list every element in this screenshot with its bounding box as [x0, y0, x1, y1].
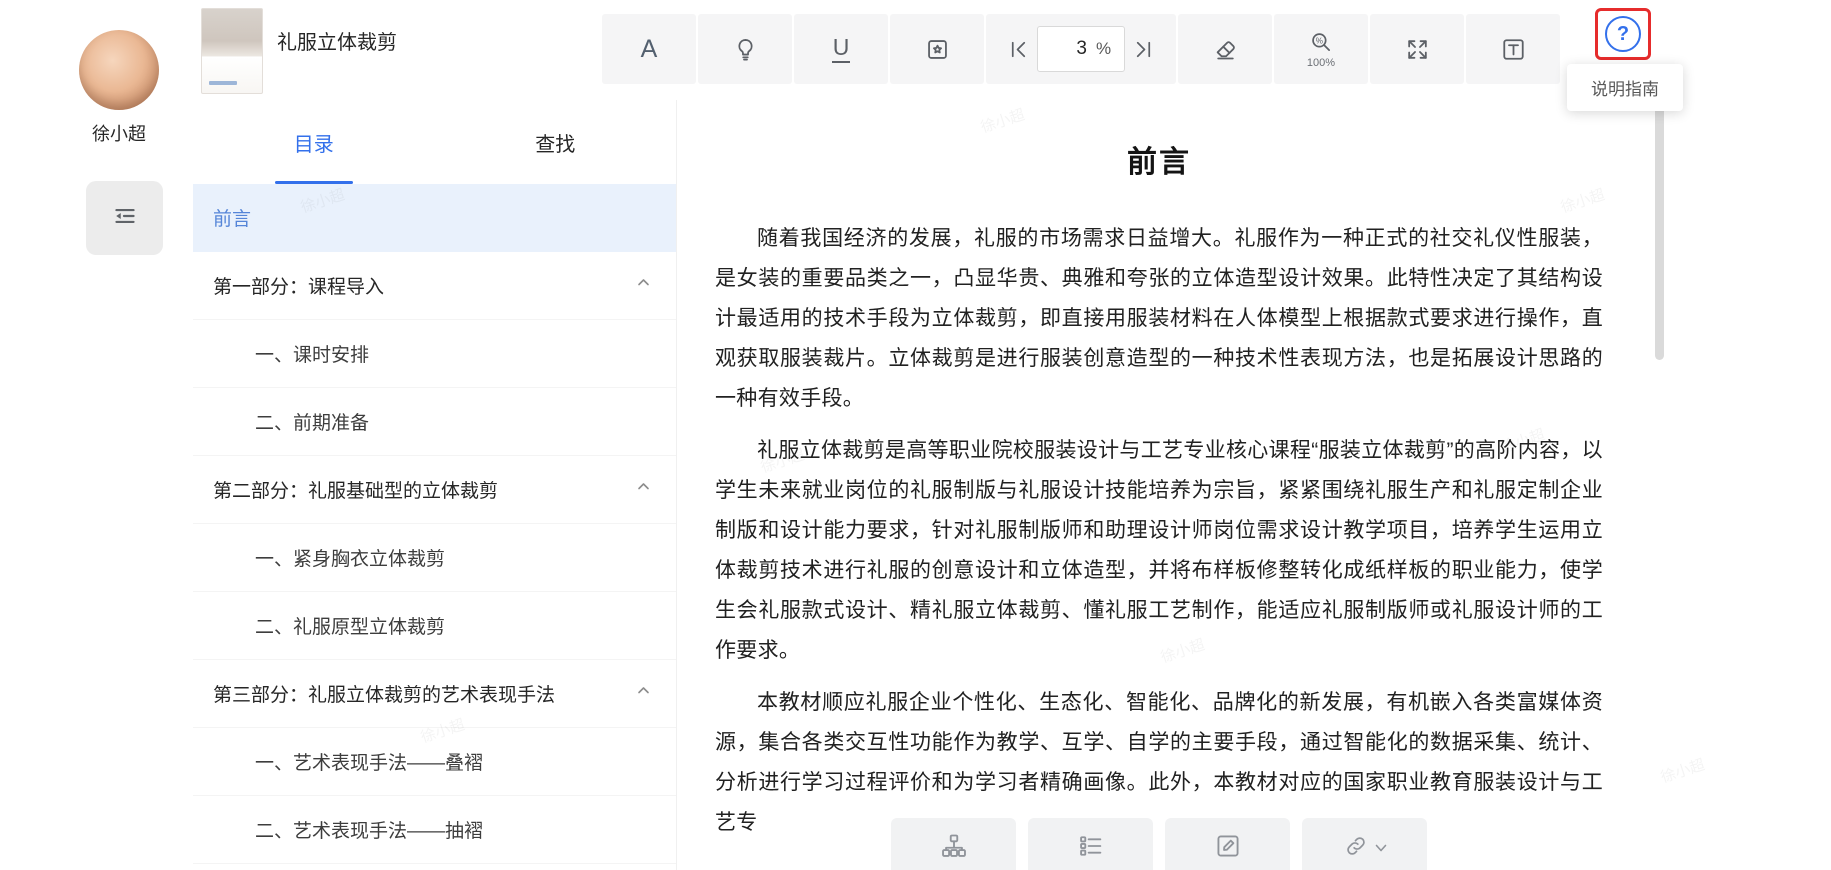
- toc-item-label: 二、艺术表现手法——抽褶: [255, 821, 484, 842]
- help-button[interactable]: ?: [1605, 16, 1641, 52]
- toc-item-label: 第三部分：礼服立体裁剪的艺术表现手法: [213, 685, 556, 706]
- bookmark-star-icon: [924, 36, 951, 63]
- tab-toc[interactable]: 目录: [193, 100, 435, 184]
- main-column: 礼服立体裁剪 A U 3 % % 100% ? 说明指南 目录 查找 前言 第一…: [193, 0, 1831, 870]
- zoom-level: 100%: [1306, 57, 1336, 69]
- red-highlight-box: ?: [1595, 8, 1651, 60]
- toc-item[interactable]: 第三部分：礼服立体裁剪的艺术表现手法: [193, 660, 676, 728]
- book-cover-thumbnail[interactable]: [201, 8, 263, 94]
- edit-note-icon: [1214, 832, 1242, 865]
- tab-search-label: 查找: [535, 133, 576, 156]
- body-row: 目录 查找 前言 第一部分：课程导入 一、课时安排 二、前期准备 第二部分：礼服…: [193, 100, 1831, 870]
- user-rail: 徐小超: [0, 0, 193, 870]
- collapse-sidebar-button[interactable]: [86, 181, 163, 255]
- collapse-sidebar-icon: [110, 201, 140, 236]
- avatar[interactable]: [79, 30, 159, 110]
- toc-item-label: 一、艺术表现手法——叠褶: [255, 753, 484, 774]
- toc-item[interactable]: 二、前期准备: [193, 388, 676, 456]
- tab-search[interactable]: 查找: [435, 100, 677, 184]
- text-mode-button[interactable]: [1466, 14, 1560, 84]
- toc-item-label: 第一部分：课程导入: [213, 277, 385, 298]
- page-unit-label: %: [1095, 39, 1112, 58]
- chevron-up-icon[interactable]: [635, 478, 652, 501]
- toc-item-label: 一、紧身胸衣立体裁剪: [255, 549, 446, 570]
- zoom-button[interactable]: % 100%: [1274, 14, 1368, 84]
- chevron-down-icon: [1375, 840, 1387, 858]
- toc-item-label: 前言: [213, 209, 252, 230]
- eraser-button[interactable]: [1178, 14, 1272, 84]
- link-icon: [1343, 833, 1369, 864]
- toc-item[interactable]: 二、礼服原型立体裁剪: [193, 592, 676, 660]
- page-navigation: %: [986, 14, 1176, 84]
- bookmark-button[interactable]: [890, 14, 984, 84]
- active-tab-underline: [274, 181, 353, 184]
- toc-panel: 目录 查找 前言 第一部分：课程导入 一、课时安排 二、前期准备 第二部分：礼服…: [193, 100, 677, 870]
- text-box-icon: [1500, 36, 1527, 63]
- toc-item[interactable]: 一、课时安排: [193, 320, 676, 388]
- page-input[interactable]: [1050, 37, 1089, 61]
- annotation-button[interactable]: [1165, 818, 1290, 870]
- help-highlight: ?: [1595, 8, 1651, 60]
- eraser-icon: [1212, 36, 1239, 63]
- paragraphs: 随着我国经济的发展，礼服的市场需求日益增大。礼服作为一种正式的社交礼仪性服装，是…: [715, 219, 1603, 843]
- brightness-button[interactable]: [698, 14, 792, 84]
- paragraph: 随着我国经济的发展，礼服的市场需求日益增大。礼服作为一种正式的社交礼仪性服装，是…: [715, 227, 1603, 410]
- sitemap-icon: [940, 832, 968, 865]
- toc-item-label: 二、礼服原型立体裁剪: [255, 617, 446, 638]
- zoom-percent-icon: %: [1308, 29, 1334, 55]
- font-settings-icon: A: [640, 34, 658, 63]
- svg-text:%: %: [1316, 36, 1323, 45]
- page-input-field: %: [1037, 26, 1125, 72]
- chapter-actions: [715, 818, 1603, 870]
- panel-tabs: 目录 查找: [193, 100, 676, 184]
- fullscreen-icon: [1404, 36, 1431, 63]
- tab-toc-label: 目录: [293, 133, 334, 156]
- toc-item-label: 二、前期准备: [255, 413, 370, 434]
- underline-icon: U: [831, 35, 851, 63]
- knowledge-graph-button[interactable]: [891, 818, 1016, 870]
- checklist-icon: [1077, 832, 1105, 865]
- book-title: 礼服立体裁剪: [277, 32, 397, 54]
- last-page-button[interactable]: [1132, 38, 1155, 61]
- app: 徐小超 礼服立体裁剪 A U 3 % % 100% ? 说明指南 目录 查找 前…: [0, 0, 1831, 870]
- chevron-up-icon[interactable]: [635, 682, 652, 705]
- underline-button[interactable]: U: [794, 14, 888, 84]
- toc-item[interactable]: 第二部分：礼服基础型的立体裁剪: [193, 456, 676, 524]
- chevron-up-icon[interactable]: [635, 274, 652, 297]
- paragraph: 礼服立体裁剪是高等职业院校服装设计与工艺专业核心课程“服装立体裁剪”的高阶内容，…: [715, 439, 1603, 662]
- toc-item[interactable]: 一、紧身胸衣立体裁剪: [193, 524, 676, 592]
- first-page-button[interactable]: [1007, 38, 1030, 61]
- chapter-title: 前言: [1127, 146, 1191, 179]
- user-name: 徐小超: [92, 124, 146, 144]
- toc-list: 前言 第一部分：课程导入 一、课时安排 二、前期准备 第二部分：礼服基础型的立体: [193, 184, 676, 864]
- fullscreen-button[interactable]: [1370, 14, 1464, 84]
- bulb-icon: [732, 36, 759, 63]
- toc-item-label: 一、课时安排: [255, 345, 370, 366]
- toc-item[interactable]: 一、艺术表现手法——叠褶: [193, 728, 676, 796]
- scrollbar-thumb[interactable]: [1655, 105, 1664, 360]
- resources-button[interactable]: [1302, 818, 1427, 870]
- header: 礼服立体裁剪 A U 3 % % 100% ? 说明指南: [193, 0, 1831, 111]
- help-tooltip: 说明指南: [1567, 64, 1683, 111]
- notes-list-button[interactable]: [1028, 818, 1153, 870]
- toc-item[interactable]: 二、艺术表现手法——抽褶: [193, 796, 676, 864]
- toc-item[interactable]: 第一部分：课程导入: [193, 252, 676, 320]
- reader-toolbar: A U 3 % % 100%: [602, 14, 1560, 84]
- toc-item-label: 第二部分：礼服基础型的立体裁剪: [213, 481, 499, 502]
- toc-item[interactable]: 前言: [193, 184, 676, 252]
- font-settings-button[interactable]: A: [602, 14, 696, 84]
